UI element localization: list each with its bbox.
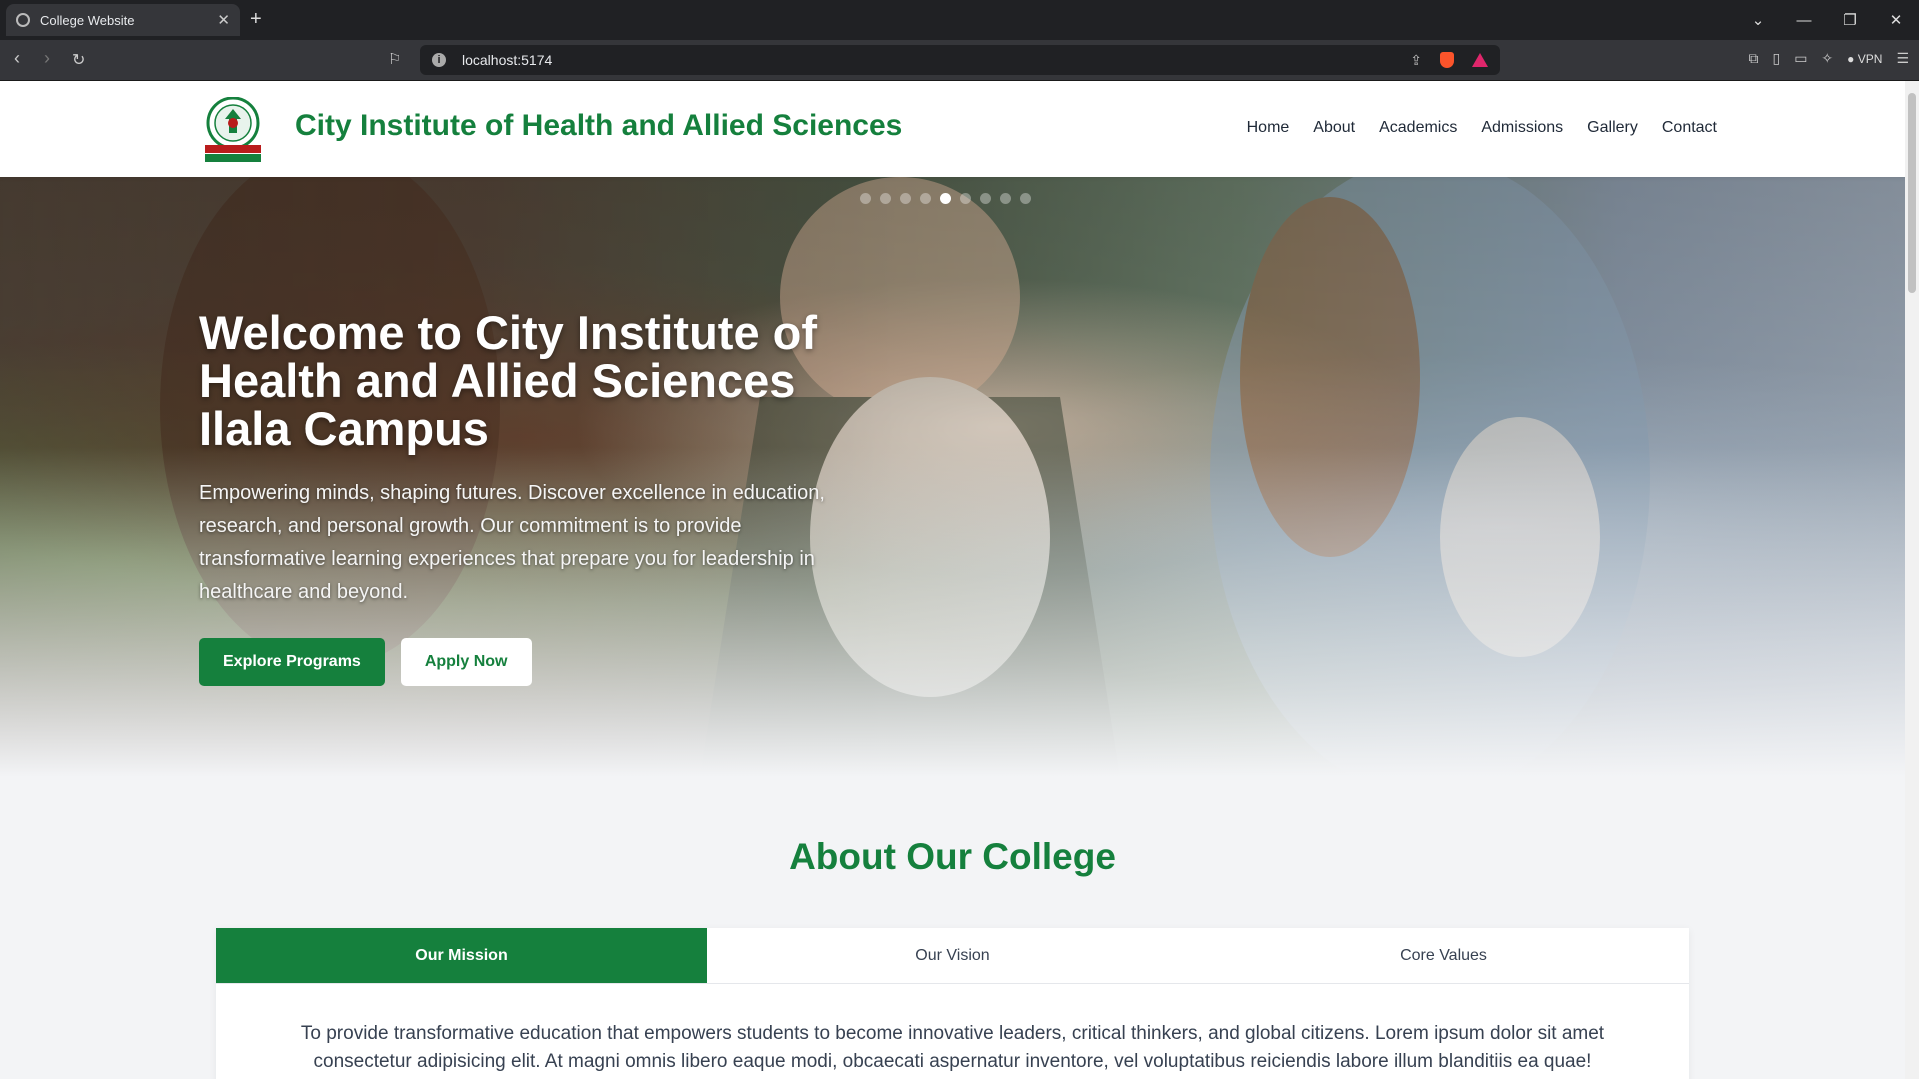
tab-content: To provide transformative education that…: [300, 1023, 1605, 1072]
hero-description: Empowering minds, shaping futures. Disco…: [199, 482, 825, 603]
nav-link-admissions[interactable]: Admissions: [1481, 119, 1563, 137]
nav-link-contact[interactable]: Contact: [1662, 119, 1717, 137]
browser-tab-bar: College Website ✕ + ⌄ — ❐ ✕: [0, 0, 1919, 40]
back-icon[interactable]: ‹: [14, 48, 20, 69]
tab-title: College Website: [40, 12, 135, 28]
site-title[interactable]: City Institute of Health and Allied Scie…: [295, 109, 902, 143]
forward-icon[interactable]: ›: [44, 48, 50, 69]
college-logo[interactable]: [203, 97, 263, 163]
vpn-label: VPN: [1857, 51, 1883, 66]
carousel-dot[interactable]: [920, 193, 931, 204]
minimize-icon[interactable]: —: [1781, 12, 1827, 29]
extension-icons: ⧉ ▯ ▭ ✧ ● VPN ☰: [1748, 50, 1909, 67]
nav-link-about[interactable]: About: [1313, 119, 1355, 137]
nav-link-home[interactable]: Home: [1247, 119, 1290, 137]
nav-link-gallery[interactable]: Gallery: [1587, 119, 1638, 137]
reload-icon[interactable]: ↻: [72, 50, 85, 70]
carousel-indicators: [860, 193, 1031, 204]
site-info-icon[interactable]: i: [432, 53, 446, 67]
restore-icon[interactable]: ❐: [1827, 11, 1873, 29]
about-heading: About Our College: [789, 836, 1116, 877]
carousel-dot[interactable]: [880, 193, 891, 204]
leo-ai-icon[interactable]: ✧: [1821, 50, 1833, 67]
window-controls: ⌄ — ❐ ✕: [1735, 0, 1919, 40]
page-scrollbar[interactable]: [1905, 81, 1919, 1079]
hero-section: Welcome to City Institute of Health and …: [0, 177, 1905, 777]
carousel-dot[interactable]: [1000, 193, 1011, 204]
carousel-dot[interactable]: [960, 193, 971, 204]
hero-buttons: Explore Programs Apply Now: [199, 638, 532, 686]
browser-toolbar: ‹ › ↻ ⚐ i localhost:5174 ⇪ ⧉ ▯ ▭ ✧ ● VPN…: [0, 40, 1919, 81]
vpn-button[interactable]: ● VPN: [1847, 52, 1882, 66]
carousel-dot[interactable]: [900, 193, 911, 204]
carousel-dot[interactable]: [860, 193, 871, 204]
explore-programs-button[interactable]: Explore Programs: [199, 638, 385, 686]
tab-search-icon[interactable]: ⌄: [1735, 11, 1781, 29]
new-tab-icon[interactable]: +: [250, 8, 262, 31]
address-bar[interactable]: i localhost:5174 ⇪: [420, 45, 1500, 75]
tab-our-mission[interactable]: Our Mission: [216, 928, 707, 983]
carousel-dot[interactable]: [980, 193, 991, 204]
tab-our-vision[interactable]: Our Vision: [707, 928, 1198, 983]
apply-now-button[interactable]: Apply Now: [400, 638, 532, 686]
close-tab-icon[interactable]: ✕: [217, 11, 230, 29]
about-tabs-card: Our Mission Our Vision Core Values To pr…: [216, 928, 1689, 1079]
wallet-icon[interactable]: ▭: [1794, 50, 1807, 67]
scrollbar-thumb[interactable]: [1908, 93, 1916, 293]
brave-shields-icon[interactable]: [1440, 52, 1454, 68]
extensions-icon[interactable]: ⧉: [1748, 50, 1758, 67]
url-text[interactable]: localhost:5174: [462, 52, 1410, 68]
globe-icon: [16, 13, 30, 27]
close-window-icon[interactable]: ✕: [1873, 11, 1919, 29]
site-header: City Institute of Health and Allied Scie…: [0, 81, 1905, 177]
brave-rewards-icon[interactable]: [1472, 53, 1488, 67]
web-page: City Institute of Health and Allied Scie…: [0, 81, 1905, 1079]
main-nav: Home About Academics Admissions Gallery …: [1247, 119, 1717, 137]
carousel-dot[interactable]: [940, 193, 951, 204]
browser-tab[interactable]: College Website ✕: [6, 4, 240, 36]
nav-link-academics[interactable]: Academics: [1379, 119, 1457, 137]
bookmark-icon[interactable]: ⚐: [388, 50, 401, 68]
hero-title: Welcome to City Institute of Health and …: [199, 306, 817, 455]
about-tabs: Our Mission Our Vision Core Values: [216, 928, 1689, 984]
carousel-dot[interactable]: [1020, 193, 1031, 204]
menu-icon[interactable]: ☰: [1896, 50, 1909, 67]
share-icon[interactable]: ⇪: [1410, 52, 1422, 69]
sidebar-icon[interactable]: ▯: [1772, 50, 1780, 67]
tab-core-values[interactable]: Core Values: [1198, 928, 1689, 983]
